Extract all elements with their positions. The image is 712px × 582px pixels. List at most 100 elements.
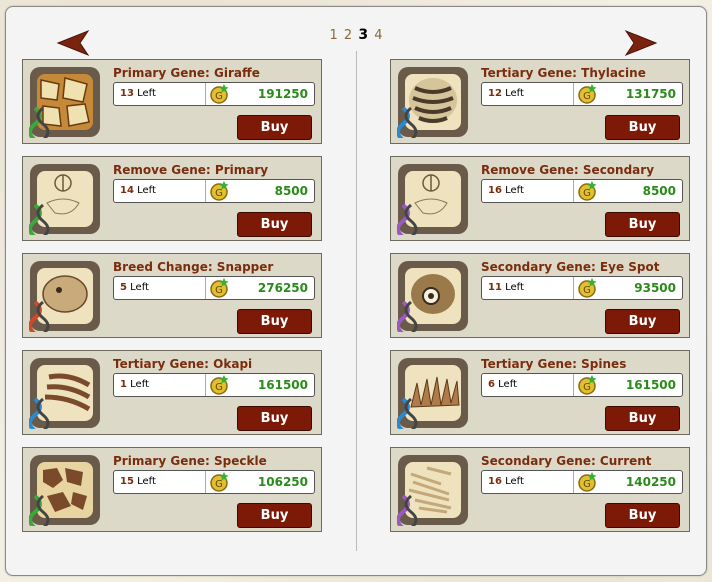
stock-count: 1 (120, 379, 127, 390)
info-separator (205, 471, 206, 493)
coin-currency-icon: G (578, 472, 597, 492)
spines-icon (397, 358, 468, 429)
gene-item-card: Tertiary Gene: Spines 6 Left G 161500 Buy (390, 350, 690, 435)
stock-remaining: 13 Left (120, 88, 156, 99)
item-price: 93500 (634, 281, 676, 295)
coin-currency-icon: G (578, 278, 597, 298)
coin-currency-icon: G (210, 375, 229, 395)
sketch-icon (397, 164, 468, 235)
coin-currency-icon: G (578, 181, 597, 201)
buy-button[interactable]: Buy (237, 212, 312, 237)
svg-text:G: G (583, 188, 591, 199)
info-separator (205, 277, 206, 299)
svg-text:G: G (583, 479, 591, 490)
buy-button[interactable]: Buy (605, 503, 680, 528)
buy-button[interactable]: Buy (605, 115, 680, 140)
stock-count: 6 (488, 379, 495, 390)
page-link-2[interactable]: 2 (344, 28, 352, 43)
svg-text:G: G (215, 382, 223, 393)
item-info-box: 14 Left G 8500 (113, 179, 315, 203)
item-info-box: 16 Left G 140250 (481, 470, 683, 494)
item-price: 161500 (257, 378, 308, 392)
coin-currency-icon: G (210, 181, 229, 201)
item-info-box: 12 Left G 131750 (481, 82, 683, 106)
item-price: 106250 (257, 475, 308, 489)
info-separator (573, 471, 574, 493)
item-title: Breed Change: Snapper (113, 260, 274, 274)
coin-currency-icon: G (578, 84, 597, 104)
item-info-box: 16 Left G 8500 (481, 179, 683, 203)
coin-currency-icon: G (210, 84, 229, 104)
next-page-arrow-icon[interactable] (624, 29, 658, 57)
stock-left-label: Left (130, 282, 149, 293)
item-price: 191250 (257, 87, 308, 101)
thylacine-stripes-icon (397, 67, 468, 138)
page-current-3: 3 (358, 27, 369, 43)
buy-button[interactable]: Buy (237, 406, 312, 431)
item-price: 161500 (625, 378, 676, 392)
gene-item-card: Remove Gene: Secondary 16 Left G 8500 Buy (390, 156, 690, 241)
svg-text:G: G (215, 479, 223, 490)
item-price: 131750 (625, 87, 676, 101)
item-price: 8500 (274, 184, 308, 198)
svg-text:G: G (583, 91, 591, 102)
stock-remaining: 14 Left (120, 185, 156, 196)
item-info-box: 11 Left G 93500 (481, 276, 683, 300)
item-title: Secondary Gene: Current (481, 454, 652, 468)
stock-left-label: Left (137, 185, 156, 196)
coin-currency-icon: G (578, 375, 597, 395)
svg-text:G: G (583, 382, 591, 393)
stock-left-label: Left (130, 379, 149, 390)
item-price: 140250 (625, 475, 676, 489)
gene-item-card: Primary Gene: Giraffe 13 Left G 191250 Buy (22, 59, 322, 144)
gene-item-card: Primary Gene: Speckle 15 Left G 106250 Buy (22, 447, 322, 532)
speckle-pattern-icon (29, 455, 100, 526)
svg-text:G: G (215, 188, 223, 199)
stock-count: 16 (488, 185, 502, 196)
info-separator (573, 83, 574, 105)
gene-item-card: Tertiary Gene: Okapi 1 Left G 161500 Buy (22, 350, 322, 435)
buy-button[interactable]: Buy (605, 309, 680, 334)
buy-button[interactable]: Buy (605, 212, 680, 237)
gene-item-card: Secondary Gene: Current 16 Left G 140250 Buy (390, 447, 690, 532)
buy-button[interactable]: Buy (605, 406, 680, 431)
item-title: Remove Gene: Primary (113, 163, 269, 177)
okapi-stripes-icon (29, 358, 100, 429)
stock-left-label: Left (505, 282, 524, 293)
buy-button[interactable]: Buy (237, 309, 312, 334)
stock-left-label: Left (505, 476, 524, 487)
stock-left-label: Left (505, 88, 524, 99)
current-pattern-icon (397, 455, 468, 526)
info-separator (573, 277, 574, 299)
stock-remaining: 1 Left (120, 379, 149, 390)
pagination: 1 2 3 4 (6, 27, 706, 43)
svg-text:G: G (583, 285, 591, 296)
stock-count: 12 (488, 88, 502, 99)
snapper-icon (29, 261, 100, 332)
info-separator (205, 374, 206, 396)
stock-count: 13 (120, 88, 134, 99)
coin-currency-icon: G (210, 472, 229, 492)
item-info-box: 5 Left G 276250 (113, 276, 315, 300)
buy-button[interactable]: Buy (237, 503, 312, 528)
info-separator (573, 180, 574, 202)
item-info-box: 1 Left G 161500 (113, 373, 315, 397)
stock-count: 11 (488, 282, 502, 293)
item-price: 276250 (257, 281, 308, 295)
item-title: Tertiary Gene: Thylacine (481, 66, 646, 80)
svg-text:G: G (215, 285, 223, 296)
column-divider (356, 51, 357, 551)
sketch-icon (29, 164, 100, 235)
gene-item-card: Tertiary Gene: Thylacine 12 Left G 131750 Bu… (390, 59, 690, 144)
gene-item-card: Remove Gene: Primary 14 Left G 8500 Buy (22, 156, 322, 241)
stock-count: 16 (488, 476, 502, 487)
buy-button[interactable]: Buy (237, 115, 312, 140)
stock-left-label: Left (505, 185, 524, 196)
page-link-4[interactable]: 4 (374, 28, 382, 43)
item-title: Secondary Gene: Eye Spot (481, 260, 660, 274)
stock-remaining: 16 Left (488, 476, 524, 487)
svg-text:G: G (215, 91, 223, 102)
page-link-1[interactable]: 1 (329, 28, 337, 43)
stock-left-label: Left (498, 379, 517, 390)
info-separator (573, 374, 574, 396)
